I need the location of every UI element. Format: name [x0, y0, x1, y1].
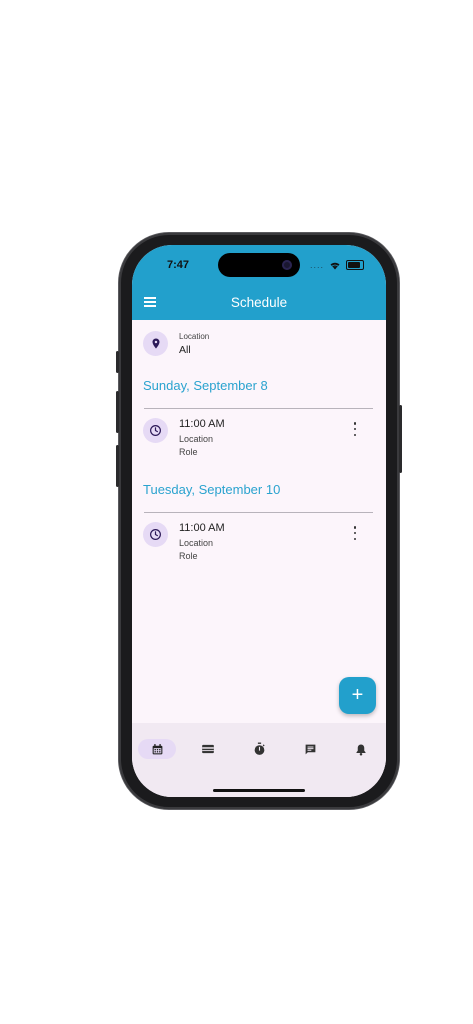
event-time: 11:00 AM — [179, 418, 225, 430]
more-options-icon[interactable] — [350, 526, 360, 540]
nav-item-messages[interactable] — [291, 739, 329, 759]
location-pin-icon — [143, 331, 168, 356]
date-heading: Sunday, September 8 — [143, 378, 268, 393]
signal-icon: .... — [309, 260, 324, 270]
battery-icon — [346, 260, 364, 270]
list-item[interactable]: 11:00 AM Location Role — [132, 418, 386, 462]
location-filter[interactable]: Location All — [132, 320, 386, 360]
power-button — [399, 405, 402, 473]
event-role: Role — [179, 447, 198, 457]
phone-frame: 7:47 .... Schedule Location All Sunday, … — [116, 233, 402, 809]
nav-item-stopwatch[interactable] — [240, 739, 278, 759]
event-time: 11:00 AM — [179, 522, 225, 534]
volume-down-button — [116, 445, 119, 487]
more-options-icon[interactable] — [350, 422, 360, 436]
add-shift-button[interactable]: + — [339, 677, 376, 714]
event-role: Role — [179, 551, 198, 561]
camera-icon — [282, 260, 292, 270]
divider — [144, 512, 373, 513]
clock-icon — [143, 418, 168, 443]
nav-item-notifications[interactable] — [342, 739, 380, 759]
event-location: Location — [179, 434, 214, 444]
bottom-navigation — [132, 723, 386, 797]
volume-up-button — [116, 391, 119, 433]
action-button — [116, 351, 119, 373]
message-icon — [305, 744, 315, 754]
nav-item-calendar[interactable] — [138, 739, 176, 759]
card-icon — [202, 744, 214, 754]
list-item[interactable]: 11:00 AM Location Role — [132, 522, 386, 566]
clock-icon — [143, 522, 168, 547]
bell-icon — [356, 744, 366, 755]
event-location: Location — [179, 538, 214, 548]
location-value: All — [179, 344, 191, 356]
screen: 7:47 .... Schedule Location All Sunday, … — [132, 245, 386, 797]
status-time: 7:47 — [167, 259, 190, 271]
home-indicator — [213, 789, 305, 792]
status-icons: .... — [310, 260, 364, 270]
date-heading: Tuesday, September 10 — [143, 482, 281, 497]
dynamic-island — [218, 253, 300, 277]
divider — [144, 408, 373, 409]
location-label: Location — [179, 332, 210, 341]
stopwatch-icon — [254, 742, 265, 755]
nav-item-card[interactable] — [189, 739, 227, 759]
calendar-icon — [152, 743, 162, 754]
page-title: Schedule — [230, 295, 288, 310]
wifi-icon — [330, 262, 340, 269]
top-app-bar: 7:47 .... Schedule — [132, 245, 386, 320]
